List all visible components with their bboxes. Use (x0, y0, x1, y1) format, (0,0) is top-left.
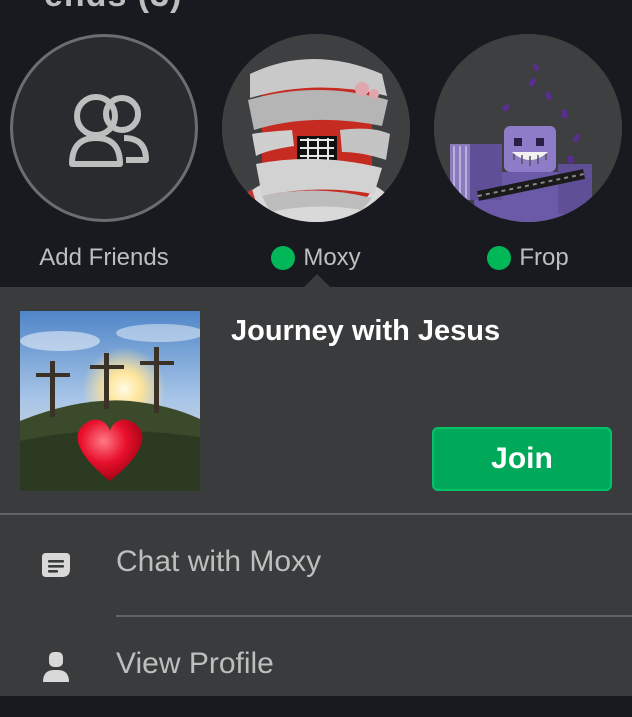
frop-avatar[interactable] (434, 34, 622, 222)
chat-icon (42, 553, 70, 577)
moxy-avatar-image (222, 34, 410, 222)
online-status-dot (487, 246, 512, 270)
friend-moxy[interactable]: Moxy (220, 34, 412, 272)
add-friends-label: Add Friends (39, 244, 169, 271)
friend-frop[interactable]: Frop (432, 34, 624, 272)
view-profile-item[interactable]: View Profile (0, 617, 632, 717)
game-thumbnail-image (20, 311, 200, 491)
view-profile-label: View Profile (116, 647, 274, 680)
friend-name: Moxy (303, 244, 361, 271)
chat-with-friend-item[interactable]: Chat with Moxy (0, 515, 632, 615)
popover-pointer (303, 274, 331, 288)
game-thumbnail[interactable] (20, 311, 200, 491)
online-status-dot (271, 246, 296, 270)
friends-header: ends (3) (44, 0, 182, 15)
friend-name: Frop (519, 244, 569, 271)
friend-activity-panel: Journey with Jesus Join Chat with Moxy V… (0, 287, 632, 696)
add-friends-circle[interactable] (10, 34, 198, 222)
game-title: Journey with Jesus (231, 315, 501, 347)
profile-icon (43, 652, 69, 682)
chat-label: Chat with Moxy (116, 545, 322, 578)
moxy-avatar[interactable] (222, 34, 410, 222)
add-friends-tile[interactable]: Add Friends (8, 34, 200, 272)
frop-avatar-image (434, 34, 622, 222)
add-friends-icon (69, 94, 149, 167)
join-button[interactable]: Join (432, 427, 612, 491)
